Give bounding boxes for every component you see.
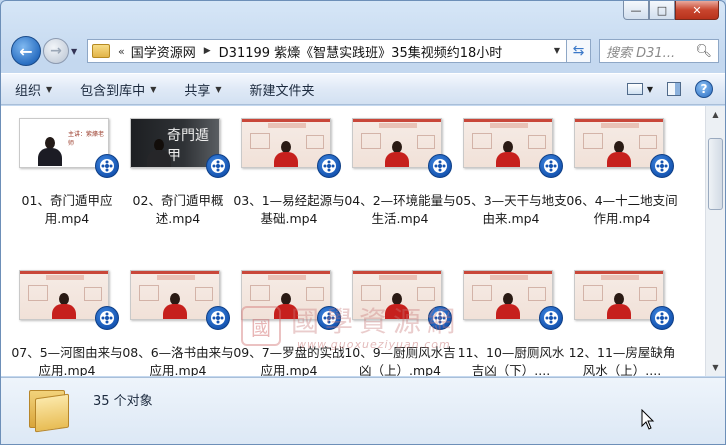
folder-icon bbox=[92, 44, 110, 58]
new-folder-button[interactable]: 新建文件夹 bbox=[236, 74, 329, 104]
file-name[interactable]: 10、9—厨厕风水吉凶（上）.mp4 bbox=[344, 344, 456, 376]
thumbnail-caption: 主讲：紫燺老师 bbox=[68, 131, 105, 147]
media-player-icon bbox=[206, 306, 230, 330]
include-in-library-menu[interactable]: 包含到库中 ▼ bbox=[66, 74, 170, 104]
refresh-button[interactable]: ⇆ bbox=[567, 39, 591, 63]
file-name[interactable]: 11、10—厨厕风水吉凶（下）.... bbox=[455, 344, 567, 376]
close-button[interactable]: ✕ bbox=[675, 1, 719, 20]
include-in-library-label: 包含到库中 bbox=[80, 83, 146, 99]
folder-icon bbox=[29, 386, 71, 433]
scroll-down-icon[interactable]: ▼ bbox=[706, 359, 725, 376]
back-arrow-icon: ← bbox=[19, 41, 33, 61]
breadcrumb-separator-icon[interactable]: ▶ bbox=[204, 46, 211, 56]
view-dropdown-icon[interactable]: ▼ bbox=[647, 85, 653, 94]
file-list: 主讲：紫燺老师 01、奇门遁甲应用.mp4 奇門遁甲 02、奇门遁甲概述.mp4 03、… bbox=[1, 106, 705, 376]
file-name[interactable]: 03、1—易经起源与基础.mp4 bbox=[233, 192, 345, 228]
breadcrumb-item-current[interactable]: D31199 紫燺《智慧实践班》35集视频约18小时 bbox=[219, 42, 503, 61]
back-button[interactable]: ← bbox=[11, 36, 41, 66]
media-player-icon bbox=[95, 306, 119, 330]
scroll-up-icon[interactable]: ▲ bbox=[706, 106, 725, 123]
share-menu[interactable]: 共享 ▼ bbox=[170, 74, 235, 104]
new-folder-label: 新建文件夹 bbox=[249, 83, 315, 99]
file-name[interactable]: 09、7—罗盘的实战应用.mp4 bbox=[233, 344, 345, 376]
file-name[interactable]: 01、奇门遁甲应用.mp4 bbox=[11, 192, 123, 228]
command-bar: 组织 ▼ 包含到库中 ▼ 共享 ▼ 新建文件夹 ▼ ? bbox=[1, 73, 725, 105]
explorer-window: — □ ✕ ← → ▼ « 国学资源网 ▶ D31199 紫燺《智慧实践班》35… bbox=[0, 0, 726, 445]
share-label: 共享 bbox=[184, 83, 211, 99]
media-player-icon bbox=[206, 154, 230, 178]
forward-button[interactable]: → bbox=[43, 38, 69, 64]
file-name[interactable]: 02、奇门遁甲概述.mp4 bbox=[122, 192, 234, 228]
vertical-scrollbar[interactable]: ▲ ▼ bbox=[705, 106, 725, 376]
mouse-cursor-icon bbox=[641, 408, 655, 434]
media-player-icon bbox=[539, 154, 563, 178]
caption-buttons: — □ ✕ bbox=[623, 1, 719, 21]
search-input[interactable]: 搜索 D31... 🔍︎ bbox=[599, 39, 719, 63]
media-player-icon bbox=[650, 154, 674, 178]
change-view-icon[interactable] bbox=[626, 83, 643, 95]
forward-arrow-icon: → bbox=[50, 43, 62, 59]
navigation-bar: ← → ▼ « 国学资源网 ▶ D31199 紫燺《智慧实践班》35集视频约18… bbox=[11, 35, 719, 67]
media-player-icon bbox=[317, 306, 341, 330]
scroll-thumb[interactable] bbox=[708, 138, 723, 210]
organize-label: 组织 bbox=[15, 83, 42, 99]
file-name[interactable]: 05、3—天干与地支由来.mp4 bbox=[455, 192, 567, 228]
media-player-icon bbox=[317, 154, 341, 178]
media-player-icon bbox=[428, 306, 452, 330]
file-name[interactable]: 04、2—环境能量与生活.mp4 bbox=[344, 192, 456, 228]
preview-pane-icon[interactable] bbox=[667, 82, 681, 96]
file-name[interactable]: 07、5—河图由来与应用.mp4 bbox=[11, 344, 123, 376]
recent-pages-dropdown[interactable]: ▼ bbox=[71, 47, 81, 56]
address-bar[interactable]: « 国学资源网 ▶ D31199 紫燺《智慧实践班》35集视频约18小时 ▼ bbox=[87, 39, 567, 63]
item-count: 35 个对象 bbox=[93, 394, 153, 409]
help-icon[interactable]: ? bbox=[695, 80, 713, 98]
chevron-down-icon: ▼ bbox=[46, 84, 53, 94]
toolbar-right: ▼ ? bbox=[626, 80, 725, 98]
details-pane: 35 个对象 bbox=[1, 377, 725, 444]
file-name[interactable]: 12、11—房屋缺角风水（上）.... bbox=[566, 344, 678, 376]
search-icon[interactable]: 🔍︎ bbox=[695, 44, 712, 59]
file-name[interactable]: 06、4—十二地支间作用.mp4 bbox=[566, 192, 678, 228]
breadcrumb-item-root[interactable]: 国学资源网 bbox=[131, 42, 196, 61]
refresh-icon: ⇆ bbox=[572, 43, 585, 59]
organize-menu[interactable]: 组织 ▼ bbox=[1, 74, 66, 104]
media-player-icon bbox=[650, 306, 674, 330]
chevron-down-icon: ▼ bbox=[215, 84, 222, 94]
file-name[interactable]: 08、6—洛书由来与应用.mp4 bbox=[122, 344, 234, 376]
media-player-icon bbox=[95, 154, 119, 178]
breadcrumb-overflow[interactable]: « bbox=[118, 45, 125, 58]
media-player-icon bbox=[428, 154, 452, 178]
address-dropdown-icon[interactable]: ▼ bbox=[554, 46, 560, 55]
media-player-icon bbox=[539, 306, 563, 330]
chevron-down-icon: ▼ bbox=[150, 84, 157, 94]
search-placeholder: 搜索 D31... bbox=[606, 45, 676, 61]
maximize-button[interactable]: □ bbox=[649, 1, 675, 20]
minimize-button[interactable]: — bbox=[623, 1, 649, 20]
